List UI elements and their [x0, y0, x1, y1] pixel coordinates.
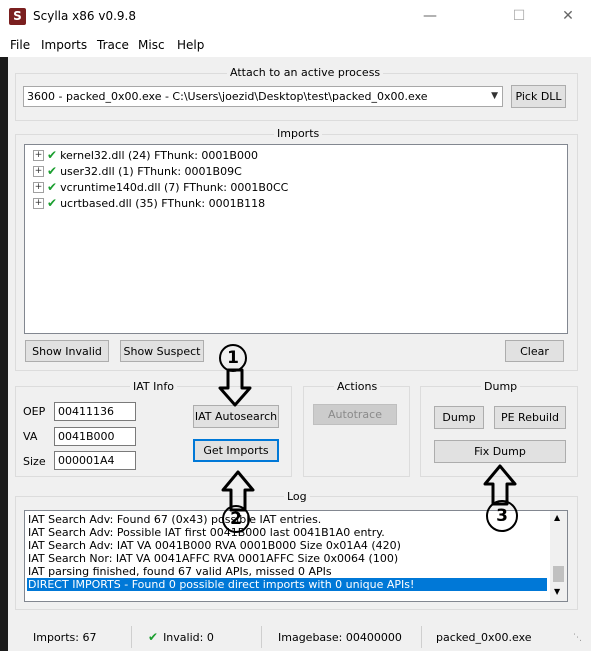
annotation-circle-2: 2: [222, 505, 250, 533]
dump-button[interactable]: Dump: [434, 406, 484, 429]
menu-trace[interactable]: Trace: [97, 38, 129, 52]
process-select-value: 3600 - packed_0x00.exe - C:\Users\joezid…: [27, 90, 428, 103]
imports-tree[interactable]: + ✔ kernel32.dll (24) FThunk: 0001B000 +…: [24, 144, 568, 334]
tree-item-label: ucrtbased.dll (35) FThunk: 0001B118: [60, 196, 266, 210]
show-suspect-button[interactable]: Show Suspect: [120, 340, 204, 362]
annotation-arrow-down-icon: [218, 368, 252, 407]
maximize-button[interactable]: ☐: [496, 0, 542, 33]
log-line: IAT Search Adv: Possible IAT first 0041B…: [28, 526, 385, 539]
resize-grip-icon[interactable]: ⋱: [573, 633, 582, 643]
fix-dump-button[interactable]: Fix Dump: [434, 440, 566, 463]
get-imports-button[interactable]: Get Imports: [193, 439, 279, 462]
tree-item-label: user32.dll (1) FThunk: 0001B09C: [60, 164, 242, 178]
va-field[interactable]: 0041B000: [54, 427, 136, 446]
size-label: Size: [23, 455, 46, 468]
status-invalid: ✔ Invalid: 0: [132, 626, 262, 648]
minimize-button[interactable]: —: [407, 0, 453, 33]
app-icon: S: [9, 8, 26, 25]
scroll-thumb[interactable]: [553, 566, 564, 582]
tree-item-label: kernel32.dll (24) FThunk: 0001B000: [60, 148, 258, 162]
dump-title: Dump: [481, 380, 521, 393]
status-imagebase: Imagebase: 00400000: [262, 626, 422, 648]
log-line: IAT Search Adv: IAT VA 0041B000 RVA 0001…: [28, 539, 401, 552]
status-invalid-label: Invalid: 0: [163, 630, 214, 644]
log-title: Log: [284, 490, 310, 503]
expand-icon[interactable]: +: [33, 181, 44, 193]
oep-label: OEP: [23, 405, 46, 418]
expand-icon[interactable]: +: [33, 165, 44, 177]
tree-item-user32[interactable]: + ✔ user32.dll (1) FThunk: 0001B09C: [33, 163, 242, 179]
menu-imports[interactable]: Imports: [41, 38, 87, 52]
menu-misc[interactable]: Misc: [138, 38, 165, 52]
pick-dll-button[interactable]: Pick DLL: [511, 85, 566, 108]
attach-title: Attach to an active process: [227, 66, 384, 79]
clear-button[interactable]: Clear: [505, 340, 564, 362]
tree-item-vcruntime[interactable]: + ✔ vcruntime140d.dll (7) FThunk: 0001B0…: [33, 179, 288, 195]
scroll-down-icon[interactable]: ▼: [554, 587, 560, 596]
expand-icon[interactable]: +: [33, 197, 44, 209]
va-label: VA: [23, 430, 38, 443]
chevron-down-icon: ▼: [491, 91, 498, 101]
actions-group: [303, 386, 410, 477]
tree-item-ucrtbased[interactable]: + ✔ ucrtbased.dll (35) FThunk: 0001B118: [33, 195, 265, 211]
iat-autosearch-button[interactable]: IAT Autosearch: [193, 405, 279, 428]
log-line: IAT Search Adv: Found 67 (0x43) possible…: [28, 513, 322, 526]
scroll-up-icon[interactable]: ▲: [554, 513, 560, 522]
status-imports: Imports: 67: [15, 626, 132, 648]
log-line: IAT parsing finished, found 67 valid API…: [28, 565, 332, 578]
tree-item-label: vcruntime140d.dll (7) FThunk: 0001B0CC: [60, 180, 289, 194]
close-button[interactable]: ✕: [545, 0, 591, 33]
pe-rebuild-button[interactable]: PE Rebuild: [494, 406, 566, 429]
check-icon: ✔: [148, 630, 159, 644]
menu-file[interactable]: File: [10, 38, 30, 52]
log-line-selected: DIRECT IMPORTS - Found 0 possible direct…: [27, 578, 547, 591]
actions-title: Actions: [334, 380, 381, 393]
imports-title: Imports: [274, 127, 323, 140]
check-icon: ✔: [47, 164, 58, 178]
menu-help[interactable]: Help: [177, 38, 204, 52]
process-select[interactable]: 3600 - packed_0x00.exe - C:\Users\joezid…: [23, 86, 503, 107]
status-file: packed_0x00.exe: [436, 630, 532, 644]
show-invalid-button[interactable]: Show Invalid: [25, 340, 109, 362]
log-line: IAT Search Nor: IAT VA 0041AFFC RVA 0001…: [28, 552, 399, 565]
check-icon: ✔: [47, 180, 58, 194]
log-list[interactable]: IAT Search Adv: Found 67 (0x43) possible…: [24, 510, 568, 602]
menu-bar: [0, 33, 591, 57]
annotation-circle-3: 3: [486, 500, 518, 532]
window-title: Scylla x86 v0.9.8: [33, 9, 136, 23]
iat-info-title: IAT Info: [130, 380, 177, 393]
tree-item-kernel32[interactable]: + ✔ kernel32.dll (24) FThunk: 0001B000: [33, 147, 258, 163]
check-icon: ✔: [47, 148, 58, 162]
oep-field[interactable]: 00411136: [54, 402, 136, 421]
autotrace-button[interactable]: Autotrace: [313, 404, 397, 425]
log-scrollbar[interactable]: ▲ ▼: [550, 511, 567, 601]
expand-icon[interactable]: +: [33, 149, 44, 161]
size-field[interactable]: 000001A4: [54, 451, 136, 470]
check-icon: ✔: [47, 196, 58, 210]
